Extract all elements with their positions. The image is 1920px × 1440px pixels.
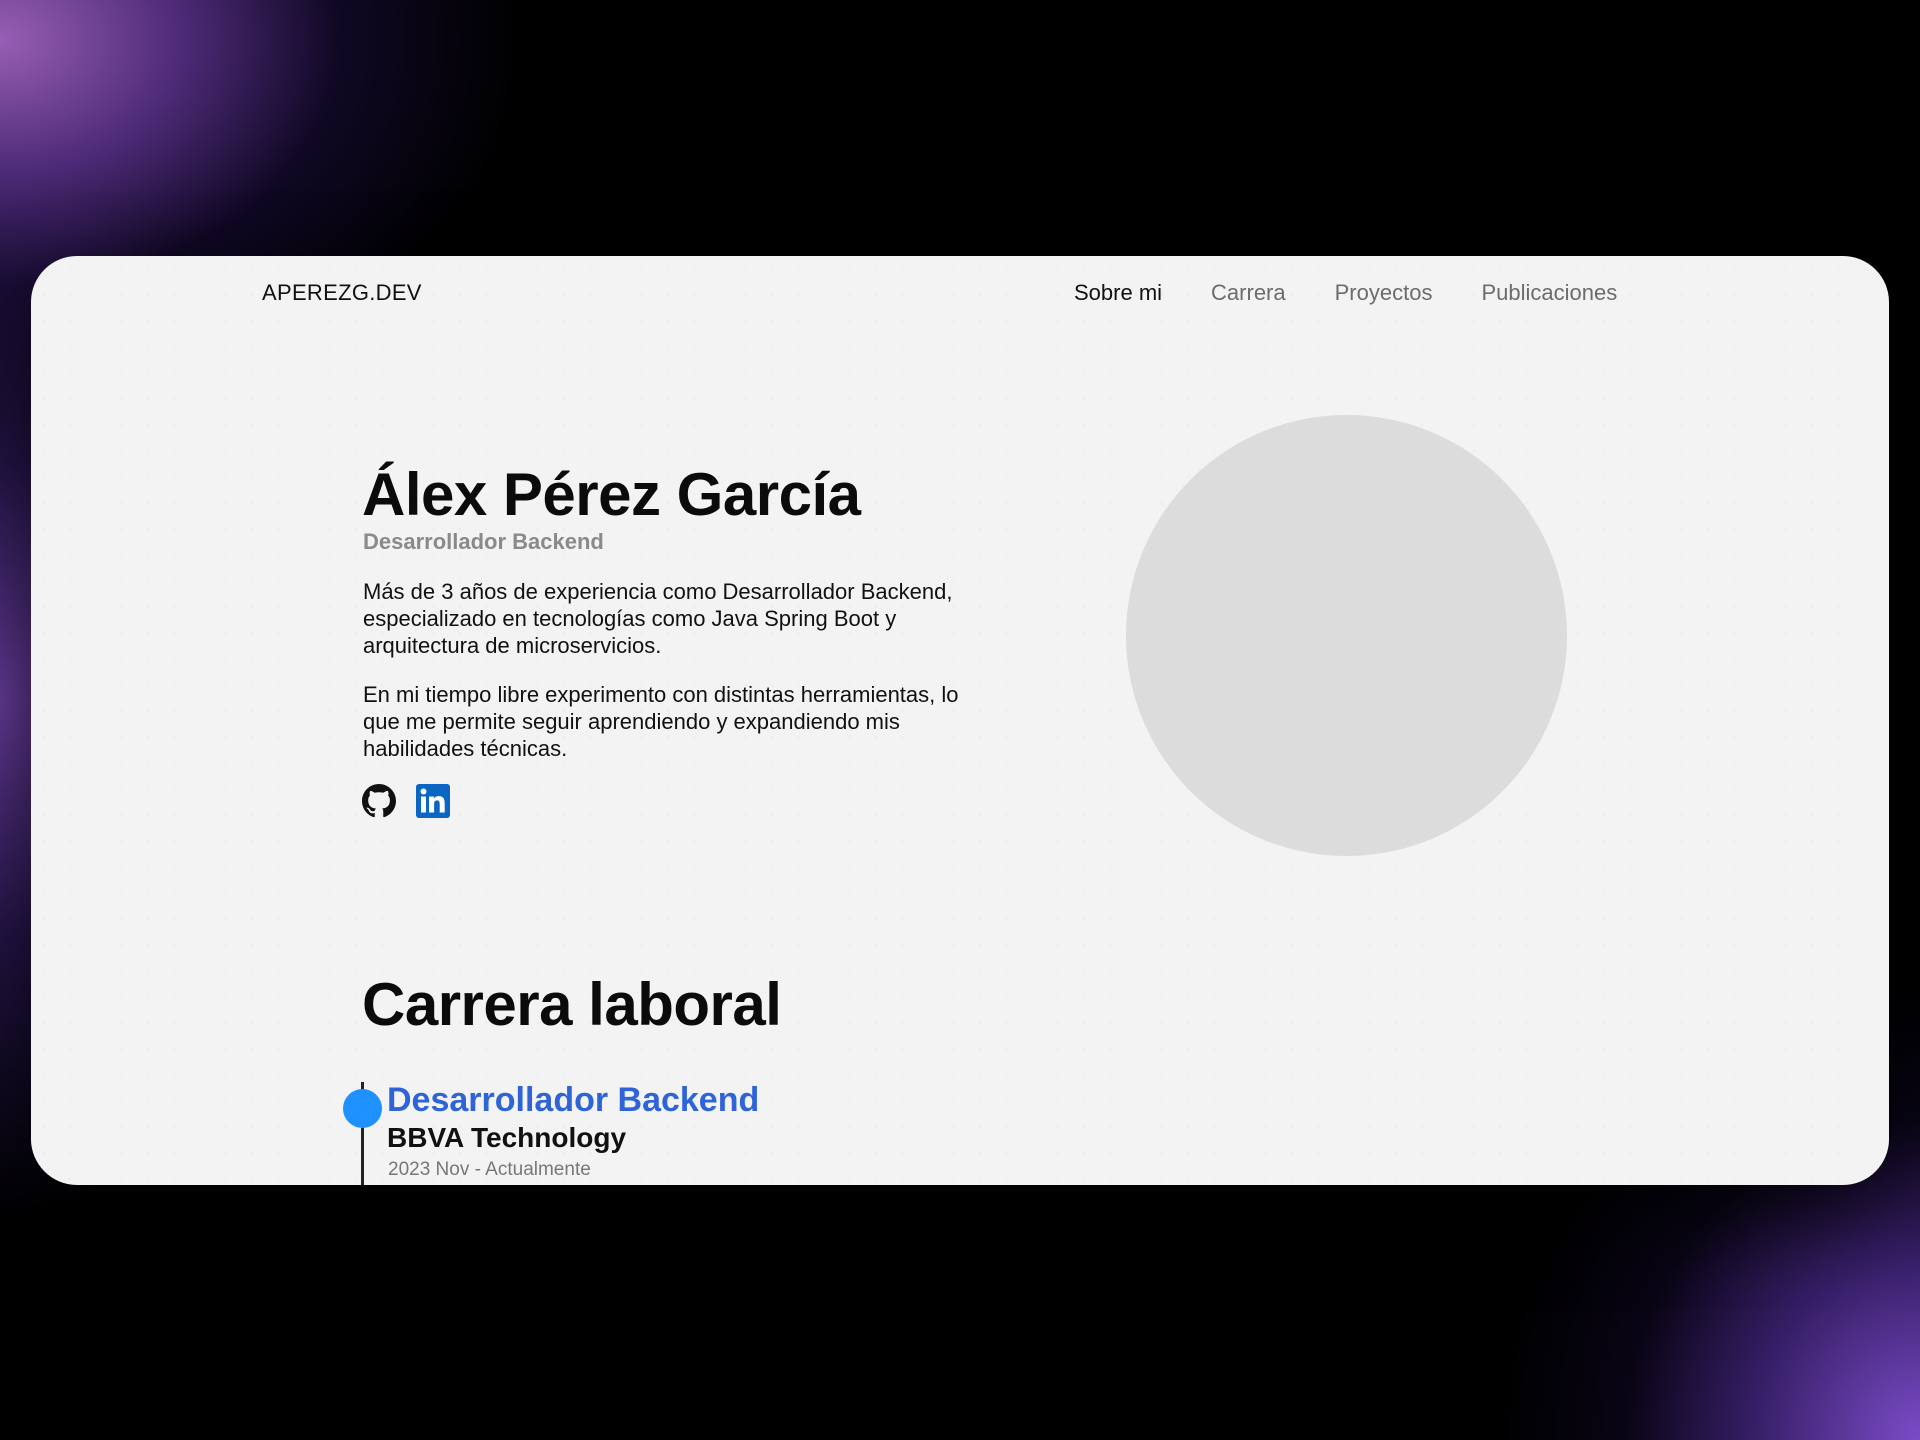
linkedin-icon: [416, 784, 450, 818]
nav-item-sobre-mi[interactable]: Sobre mi: [1074, 280, 1162, 306]
main-nav: Sobre mi Carrera Proyectos Publicaciones: [1074, 280, 1617, 306]
bio-paragraph: En mi tiempo libre experimento con disti…: [363, 682, 959, 761]
avatar: [1126, 415, 1567, 856]
bio-paragraph: Más de 3 años de experiencia como Desarr…: [363, 579, 953, 658]
hero-name: Álex Pérez García: [362, 461, 861, 528]
github-icon: [362, 784, 396, 818]
browser-window: APEREZG.DEV Sobre mi Carrera Proyectos P…: [31, 256, 1889, 1185]
hero-role: Desarrollador Backend: [363, 529, 604, 554]
nav-item-carrera[interactable]: Carrera: [1211, 280, 1286, 306]
site-logo[interactable]: APEREZG.DEV: [262, 280, 422, 306]
job-title: Desarrollador Backend: [387, 1081, 760, 1119]
nav-item-proyectos[interactable]: Proyectos: [1335, 280, 1433, 306]
job-dates: 2023 Nov - Actualmente: [388, 1159, 591, 1180]
career-section-title: Carrera laboral: [362, 971, 782, 1038]
timeline-dot: [343, 1089, 382, 1128]
linkedin-link[interactable]: [416, 784, 450, 818]
github-link[interactable]: [362, 784, 396, 818]
social-links: [362, 784, 450, 818]
job-company: BBVA Technology: [387, 1122, 627, 1153]
nav-item-publicaciones[interactable]: Publicaciones: [1481, 280, 1617, 306]
